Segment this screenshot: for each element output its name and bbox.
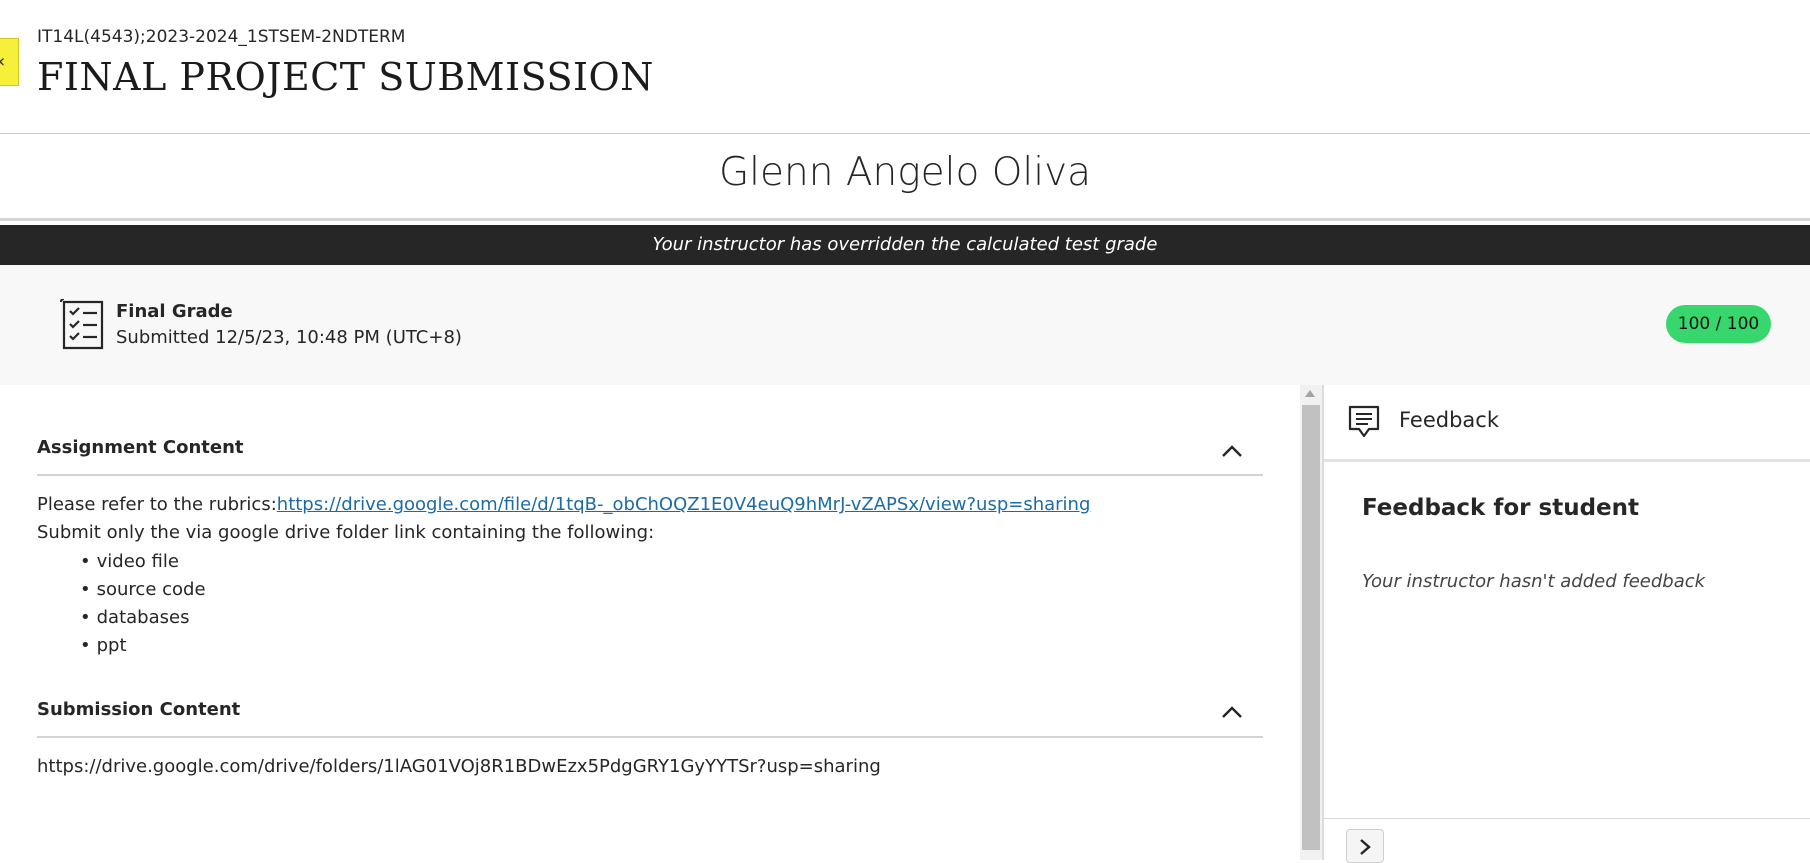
name-divider xyxy=(0,218,1810,221)
submission-link-text: https://drive.google.com/drive/folders/1… xyxy=(37,756,881,777)
submission-content-heading: Submission Content xyxy=(37,699,241,720)
submitted-timestamp: Submitted 12/5/23, 10:48 PM (UTC+8) xyxy=(116,327,462,348)
feedback-heading: Feedback for student xyxy=(1362,495,1640,521)
rubric-line: Please refer to the rubrics:https://driv… xyxy=(37,494,1090,515)
assignment-content-heading: Assignment Content xyxy=(37,437,244,458)
chevron-right-icon xyxy=(1360,839,1371,855)
grade-override-banner: Your instructor has overridden the calcu… xyxy=(0,225,1810,265)
instruction-text: Submit only the via google drive folder … xyxy=(37,522,655,543)
feedback-panel: Feedback Feedback for student Your instr… xyxy=(1322,385,1810,863)
feedback-footer-divider xyxy=(1324,818,1810,819)
chevron-up-icon[interactable] xyxy=(1220,704,1244,720)
list-item: ppt xyxy=(80,632,206,660)
list-item: video file xyxy=(80,548,206,576)
feedback-title: Feedback xyxy=(1399,408,1500,432)
expand-panel-button[interactable] xyxy=(1346,829,1384,863)
list-item: source code xyxy=(80,576,206,604)
back-button[interactable]: ‹ xyxy=(0,38,19,86)
submission-divider xyxy=(37,736,1263,738)
scroll-up-arrow-icon[interactable] xyxy=(1305,390,1315,397)
list-item: databases xyxy=(80,604,206,632)
feedback-divider xyxy=(1324,459,1810,462)
requirements-list: video file source code databases ppt xyxy=(80,548,206,660)
checklist-icon xyxy=(60,299,104,350)
chevron-left-icon: ‹ xyxy=(0,53,5,71)
chevron-up-icon[interactable] xyxy=(1220,443,1244,459)
grade-label: Final Grade xyxy=(116,301,233,322)
student-name: Glenn Angelo Oliva xyxy=(718,150,1092,195)
grade-summary: Final Grade Submitted 12/5/23, 10:48 PM … xyxy=(0,265,1810,385)
grade-score-badge: 100 / 100 xyxy=(1666,305,1771,343)
feedback-empty-text: Your instructor hasn't added feedback xyxy=(1362,571,1706,592)
rubric-link[interactable]: https://drive.google.com/file/d/1tqB-_ob… xyxy=(277,494,1091,515)
page-title: FINAL PROJECT SUBMISSION xyxy=(37,55,654,99)
comment-icon xyxy=(1348,405,1380,438)
header-divider xyxy=(0,133,1810,134)
scrollbar-thumb[interactable] xyxy=(1302,405,1320,850)
course-code: IT14L(4543);2023-2024_1STSEM-2NDTERM xyxy=(37,27,406,47)
assignment-divider xyxy=(37,474,1263,476)
rubric-prefix: Please refer to the rubrics: xyxy=(37,494,277,515)
